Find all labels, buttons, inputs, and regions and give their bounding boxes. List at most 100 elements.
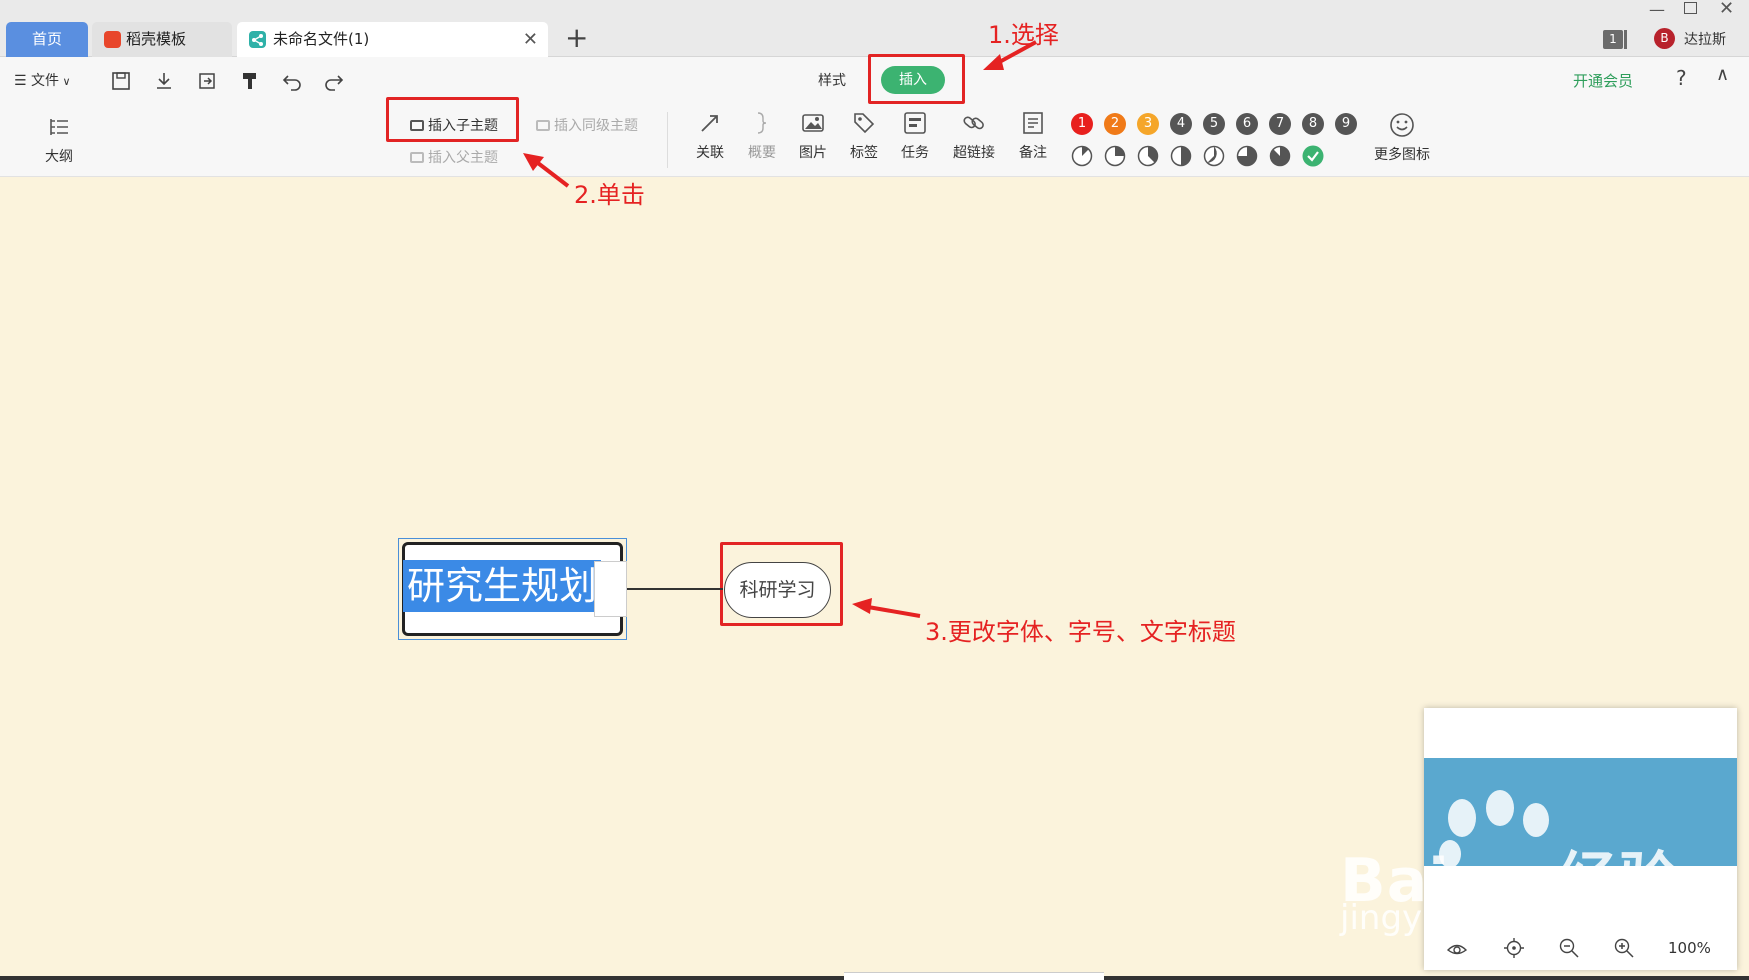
root-topic-text[interactable]: 研究生规划: [403, 560, 602, 612]
tag-label: 标签: [850, 145, 878, 161]
user-name[interactable]: 达拉斯: [1684, 29, 1726, 49]
task-icon: [904, 112, 926, 134]
task-button[interactable]: 任务: [895, 110, 935, 162]
tag-button[interactable]: 标签: [844, 110, 884, 162]
priority-4-icon[interactable]: 4: [1170, 113, 1192, 135]
annotation-step-2: 2.单击: [574, 181, 645, 209]
priority-3-icon[interactable]: 3: [1137, 113, 1159, 135]
format-painter-icon[interactable]: [239, 70, 261, 92]
toolbar-divider: [667, 112, 668, 168]
docer-logo-icon: [104, 31, 121, 48]
annotation-arrow-1: [983, 40, 1037, 70]
annotation-box-insert-tab: [868, 54, 965, 104]
avatar[interactable]: B: [1654, 28, 1675, 49]
maximize-icon[interactable]: [1684, 2, 1697, 14]
zoom-in-icon[interactable]: [1613, 937, 1635, 959]
progress-5-8-icon[interactable]: [1203, 145, 1225, 167]
outline-button[interactable]: 大纲: [42, 114, 76, 166]
priority-2-icon[interactable]: 2: [1104, 113, 1126, 135]
zoom-level: 100%: [1668, 939, 1711, 957]
tab-templates[interactable]: 稻壳模板: [92, 22, 232, 57]
sibling-topic-icon: [536, 120, 550, 131]
outline-icon: [50, 119, 68, 135]
priority-1-icon[interactable]: 1: [1071, 113, 1093, 135]
tab-current-file[interactable]: 未命名文件(1) ✕: [237, 22, 548, 57]
mindmap-file-icon: [249, 31, 266, 48]
vip-link[interactable]: 开通会员: [1573, 70, 1633, 91]
child-topic[interactable]: 科研学习: [724, 562, 831, 618]
hyperlink-button[interactable]: 超链接: [948, 110, 1000, 162]
eye-icon[interactable]: [1446, 937, 1468, 959]
help-icon[interactable]: ?: [1676, 66, 1687, 90]
progress-3-8-icon[interactable]: [1137, 145, 1159, 167]
tab-style[interactable]: 样式: [818, 70, 846, 90]
progress-1-8-icon[interactable]: [1071, 145, 1093, 167]
priority-5-icon[interactable]: 5: [1203, 113, 1225, 135]
priority-9-icon[interactable]: 9: [1335, 113, 1357, 135]
progress-4-8-icon[interactable]: [1170, 145, 1192, 167]
text-edit-field[interactable]: [594, 561, 627, 617]
tab-home-label: 首页: [31, 30, 62, 48]
watermark-url: jingyan.baidu.com: [1340, 898, 1654, 938]
tab-bar: 首页 稻壳模板 未命名文件(1) ✕ + — ✕ 1 B 达拉斯: [0, 0, 1749, 57]
annotation-step-3: 3.更改字体、字号、文字标题: [925, 618, 1236, 646]
image-button[interactable]: 图片: [793, 110, 833, 162]
page-count-badge[interactable]: 1: [1603, 30, 1623, 49]
page-count-bar: [1624, 30, 1627, 49]
more-icons-button[interactable]: 更多图标: [1370, 112, 1434, 164]
annotation-arrow-3: [852, 598, 921, 618]
taskbar-widget: [844, 972, 1104, 980]
note-icon: [1023, 112, 1043, 134]
summary-button[interactable]: 概要: [742, 110, 782, 162]
tab-file-label: 未命名文件(1): [273, 30, 370, 48]
summary-brace-icon: [757, 112, 767, 134]
close-tab-icon[interactable]: ✕: [523, 22, 538, 57]
note-button[interactable]: 备注: [1013, 110, 1053, 162]
progress-done-icon[interactable]: [1302, 145, 1324, 167]
relation-arrow-icon: [701, 115, 718, 132]
relation-label: 关联: [696, 145, 724, 161]
insert-sibling-label: 插入同级主题: [554, 118, 638, 134]
undo-icon[interactable]: [281, 70, 303, 92]
image-label: 图片: [799, 145, 827, 161]
window-close-icon[interactable]: ✕: [1719, 0, 1734, 19]
parent-topic-icon: [410, 152, 424, 163]
insert-sibling-topic-button[interactable]: 插入同级主题: [536, 115, 638, 135]
topic-connector-line: [627, 588, 723, 590]
summary-label: 概要: [748, 145, 776, 161]
progress-6-8-icon[interactable]: [1236, 145, 1258, 167]
progress-2-8-icon[interactable]: [1104, 145, 1126, 167]
priority-7-icon[interactable]: 7: [1269, 113, 1291, 135]
chevron-down-icon: ∨: [59, 75, 71, 88]
annotation-arrow-2: [523, 153, 570, 188]
minimize-icon[interactable]: —: [1649, 0, 1665, 19]
export-icon[interactable]: [196, 70, 218, 92]
locate-center-icon[interactable]: [1503, 937, 1525, 959]
tab-home[interactable]: 首页: [6, 22, 88, 57]
save-icon[interactable]: [110, 70, 132, 92]
file-menu-label: 文件: [31, 73, 60, 89]
collapse-ribbon-icon[interactable]: ∧: [1716, 64, 1729, 85]
download-icon[interactable]: [153, 70, 175, 92]
new-tab-icon[interactable]: +: [565, 24, 588, 52]
hyperlink-label: 超链接: [953, 145, 995, 161]
insert-parent-topic-button[interactable]: 插入父主题: [410, 147, 498, 167]
priority-6-icon[interactable]: 6: [1236, 113, 1258, 135]
tab-templates-label: 稻壳模板: [126, 30, 187, 48]
outline-label: 大纲: [45, 149, 73, 165]
note-label: 备注: [1019, 145, 1047, 161]
annotation-box-insert-child: [386, 97, 519, 142]
insert-parent-label: 插入父主题: [428, 150, 498, 166]
progress-7-8-icon[interactable]: [1269, 145, 1291, 167]
relation-button[interactable]: 关联: [690, 110, 730, 162]
smiley-icon: [1390, 113, 1414, 137]
priority-8-icon[interactable]: 8: [1302, 113, 1324, 135]
zoom-out-icon[interactable]: [1558, 937, 1580, 959]
task-label: 任务: [901, 145, 929, 161]
link-icon: [963, 116, 984, 130]
redo-icon[interactable]: [323, 70, 345, 92]
image-icon: [802, 114, 824, 132]
more-icons-label: 更多图标: [1374, 147, 1430, 163]
file-menu[interactable]: ☰ 文件 ∨: [14, 70, 71, 90]
menu-icon: ☰: [14, 73, 32, 89]
